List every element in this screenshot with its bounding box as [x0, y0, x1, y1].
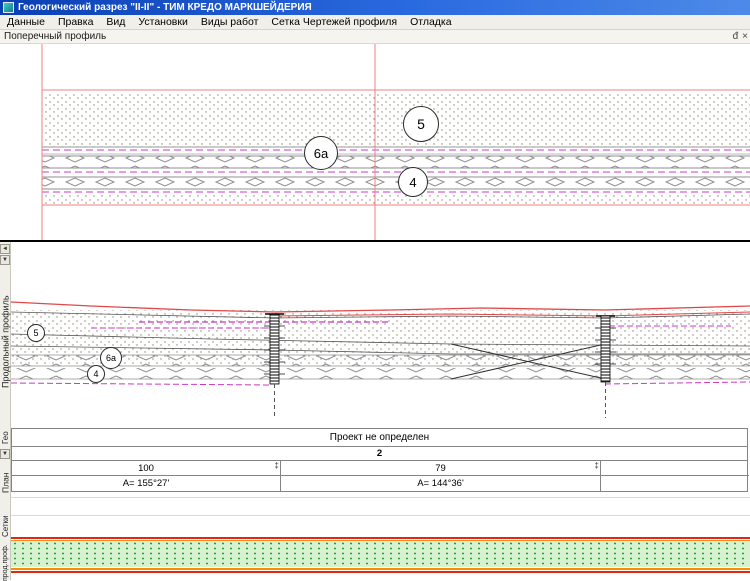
- soil-label-4: 4: [398, 167, 428, 197]
- plan-column-3: [601, 461, 749, 491]
- panel-title: Поперечный профиль: [4, 31, 106, 42]
- tab-long-profile[interactable]: Продольный профиль: [0, 272, 11, 412]
- pin-icon[interactable]: đ: [733, 32, 739, 42]
- cross-profile-drawing: [0, 44, 750, 240]
- plan-column-2: 79 ‡ A= 144°36': [281, 461, 601, 491]
- menu-settings[interactable]: Установки: [138, 16, 187, 28]
- plan-distance-value: 100: [138, 463, 154, 474]
- station-mark-icon: ‡: [595, 461, 599, 471]
- menu-bar: Данные Правка Вид Установки Виды работ С…: [0, 15, 750, 30]
- plan-distance-cell[interactable]: [601, 461, 749, 476]
- soil-label-5-long: 5: [27, 324, 45, 342]
- plan-angle-value: A= 155°27': [123, 478, 170, 489]
- menu-profile-drawing-grid[interactable]: Сетка Чертежей профиля: [271, 16, 397, 28]
- app-icon: [3, 2, 14, 13]
- plan-grid: 100 ‡ A= 155°27' 79 ‡ A= 144°36': [11, 461, 748, 492]
- grid-divider: [11, 497, 750, 498]
- window-title: Геологический разрез "II-II" - ТИМ КРЕДО…: [18, 2, 312, 13]
- cross-profile-panel-header: Поперечный профиль đ ×: [0, 30, 750, 44]
- plan-column-1: 100 ‡ A= 155°27': [12, 461, 281, 491]
- cross-profile-canvas[interactable]: 6а 5 4: [0, 44, 750, 240]
- close-icon[interactable]: ×: [742, 32, 748, 42]
- long-profile-panel: ◄ ▼ Продольный профиль: [0, 240, 750, 428]
- soil-label-6a-long: 6а: [100, 347, 122, 369]
- tab-prod-prof[interactable]: прод.проф.: [0, 546, 11, 580]
- title-bar[interactable]: Геологический разрез "II-II" - ТИМ КРЕДО…: [0, 0, 750, 15]
- soil-label-6a: 6а: [304, 136, 338, 170]
- tab-grids[interactable]: Сетки: [0, 506, 11, 546]
- plan-distance-cell[interactable]: 79 ‡: [281, 461, 600, 476]
- project-status-row: Проект не определен: [11, 428, 748, 447]
- collapse-left-icon[interactable]: ◄: [0, 244, 10, 254]
- collapse-down-icon[interactable]: ▼: [0, 255, 10, 265]
- soil-label-4-long: 4: [87, 365, 105, 383]
- band-red-bottom-line: [11, 571, 750, 573]
- plan-angle-cell[interactable]: [601, 476, 749, 491]
- menu-debug[interactable]: Отладка: [410, 16, 452, 28]
- project-status-text: Проект не определен: [330, 432, 429, 443]
- band-orange-bottom-line: [11, 568, 750, 570]
- plan-distance-value: 79: [435, 463, 446, 474]
- plan-collapse-icon[interactable]: ▼: [0, 449, 10, 459]
- plan-header-row[interactable]: 2: [11, 447, 748, 461]
- menu-work-types[interactable]: Виды работ: [201, 16, 259, 28]
- tab-plan[interactable]: План: [0, 460, 11, 506]
- band-green-dotted: [11, 541, 750, 567]
- plan-distance-cell[interactable]: 100 ‡: [12, 461, 280, 476]
- plan-angle-value: A= 144°36': [417, 478, 464, 489]
- plan-angle-cell[interactable]: A= 155°27': [12, 476, 280, 491]
- soil-label-5: 5: [403, 106, 439, 142]
- long-profile-canvas[interactable]: [11, 242, 750, 428]
- bottom-rail: Гео ▼ План Сетки прод.проф.: [0, 428, 11, 580]
- tab-geo[interactable]: Гео: [0, 428, 11, 448]
- panel-controls: đ ×: [733, 30, 748, 44]
- plan-row-value: 2: [377, 448, 382, 459]
- menu-data[interactable]: Данные: [7, 16, 45, 28]
- menu-edit[interactable]: Правка: [58, 16, 93, 28]
- long-profile-rail: ◄ ▼ Продольный профиль: [0, 242, 11, 428]
- plan-angle-cell[interactable]: A= 144°36': [281, 476, 600, 491]
- station-mark-icon: ‡: [275, 461, 279, 471]
- grid-divider: [11, 515, 750, 516]
- menu-view[interactable]: Вид: [106, 16, 125, 28]
- band-red-top-line: [11, 537, 750, 539]
